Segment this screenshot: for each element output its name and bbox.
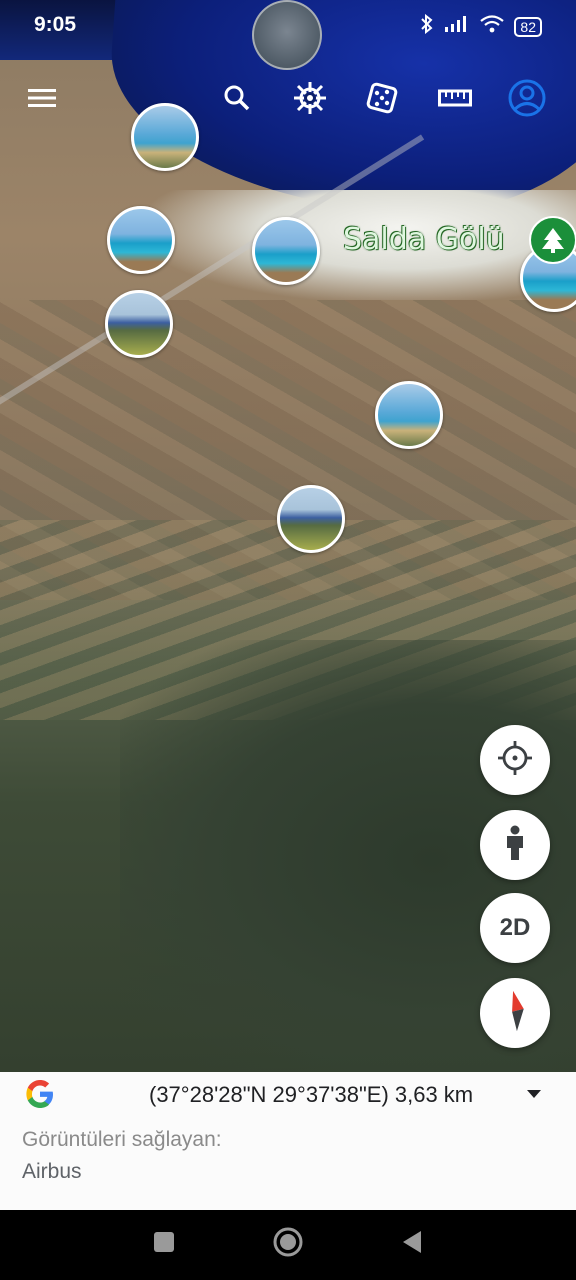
photo-bubble[interactable] xyxy=(107,206,175,274)
photo-bubble[interactable] xyxy=(131,103,199,171)
ruler-icon[interactable] xyxy=(433,76,477,120)
account-icon[interactable] xyxy=(505,76,549,120)
dice-icon[interactable] xyxy=(360,76,404,120)
menu-icon[interactable] xyxy=(20,76,64,120)
street-view-button[interactable] xyxy=(480,810,550,880)
imagery-provider-label: Görüntüleri sağlayan: xyxy=(22,1128,222,1151)
pegman-icon xyxy=(504,825,526,866)
compass-button[interactable] xyxy=(480,978,550,1048)
compass-icon xyxy=(500,989,530,1038)
home-circle-icon[interactable] xyxy=(268,1226,308,1258)
back-triangle-icon[interactable] xyxy=(392,1226,432,1258)
clock: 9:05 xyxy=(34,13,77,36)
camera-cutout xyxy=(252,0,322,70)
wifi-icon xyxy=(480,15,505,38)
voyager-wheel-icon[interactable] xyxy=(288,76,332,120)
crosshair-icon xyxy=(497,740,533,781)
tree-park-icon[interactable] xyxy=(529,216,576,264)
imagery-provider: Airbus xyxy=(22,1160,82,1183)
coordinates-readout[interactable]: (37°28'28"N 29°37'38"E) 3,63 km xyxy=(149,1082,473,1108)
toggle-2d-button[interactable]: 2D xyxy=(480,893,550,963)
photo-bubble[interactable] xyxy=(375,381,443,449)
photo-bubble[interactable] xyxy=(252,217,320,285)
battery-icon: 82 xyxy=(514,16,542,37)
google-g-logo xyxy=(22,1076,58,1117)
photo-bubble[interactable] xyxy=(277,485,345,553)
photo-bubble[interactable] xyxy=(105,290,173,358)
place-label[interactable]: Salda Gölü xyxy=(343,222,505,257)
bluetooth-icon xyxy=(420,13,434,39)
locate-button[interactable] xyxy=(480,725,550,795)
signal-icon xyxy=(444,15,470,38)
search-icon[interactable] xyxy=(215,76,259,120)
chevron-down-icon[interactable] xyxy=(527,1090,541,1098)
recents-square-icon[interactable] xyxy=(144,1226,184,1258)
